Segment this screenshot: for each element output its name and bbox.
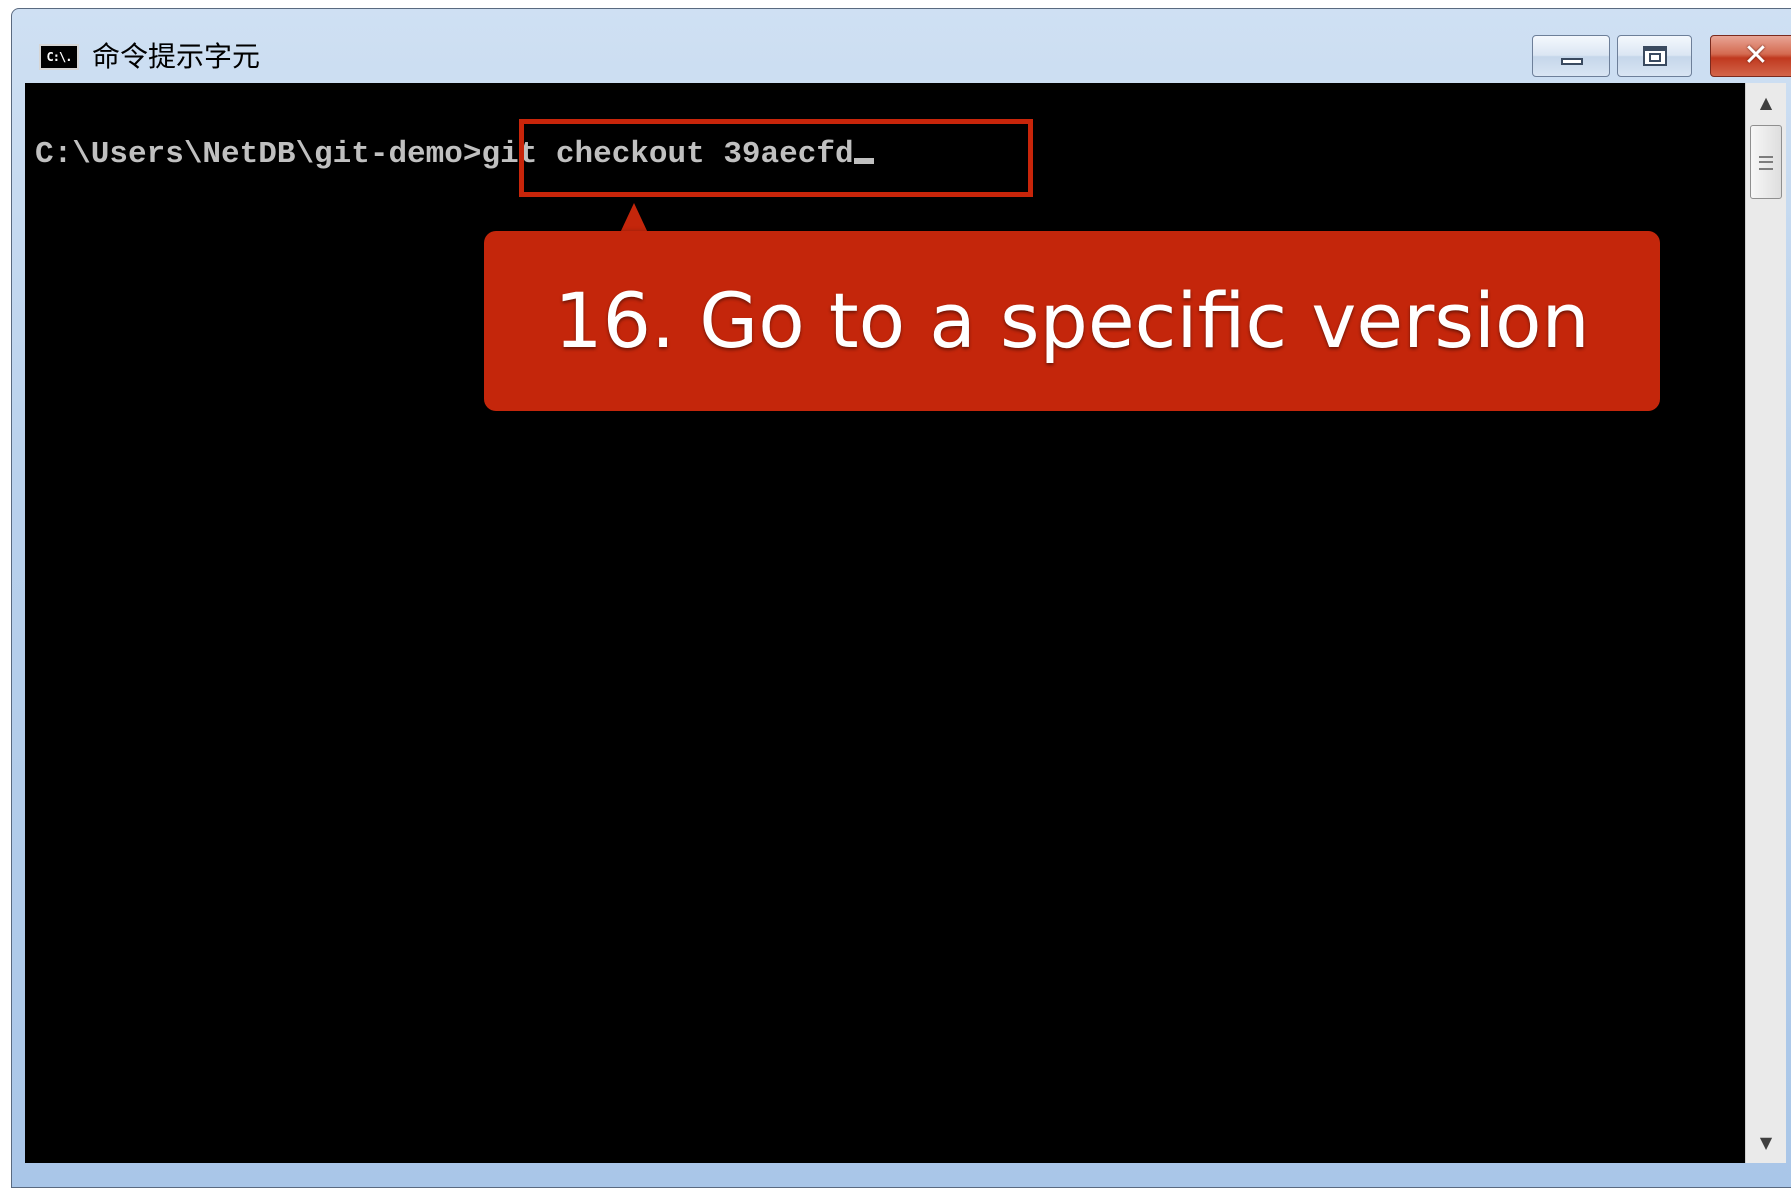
- callout-text: 16. Go to a specific version: [554, 276, 1590, 365]
- callout-pointer: [620, 203, 648, 233]
- restore-icon: [1643, 46, 1667, 66]
- minimize-button[interactable]: [1532, 35, 1610, 77]
- prompt-path: C:\Users\NetDB\git-demo: [35, 137, 463, 172]
- close-icon: ✕: [1743, 38, 1769, 73]
- scrollbar-thumb[interactable]: [1750, 125, 1782, 199]
- title-bar[interactable]: C:\. 命令提示字元 ✕: [12, 9, 1791, 93]
- minimize-icon: [1561, 58, 1583, 65]
- window-title: 命令提示字元: [92, 40, 261, 73]
- annotation-callout: 16. Go to a specific version: [484, 231, 1660, 411]
- scroll-down-arrow-icon[interactable]: ▼: [1746, 1123, 1786, 1163]
- console-output[interactable]: C:\Users\NetDB\git-demo>git checkout 39a…: [25, 83, 1745, 1163]
- cmd-app-icon[interactable]: C:\.: [39, 44, 79, 70]
- maximize-button[interactable]: [1617, 35, 1692, 77]
- scroll-up-arrow-icon[interactable]: ▲: [1746, 83, 1786, 123]
- close-button[interactable]: ✕: [1710, 35, 1791, 77]
- grip-icon: [1759, 156, 1773, 170]
- command-highlight-box: [519, 119, 1033, 197]
- vertical-scrollbar[interactable]: ▲ ▼: [1745, 83, 1786, 1163]
